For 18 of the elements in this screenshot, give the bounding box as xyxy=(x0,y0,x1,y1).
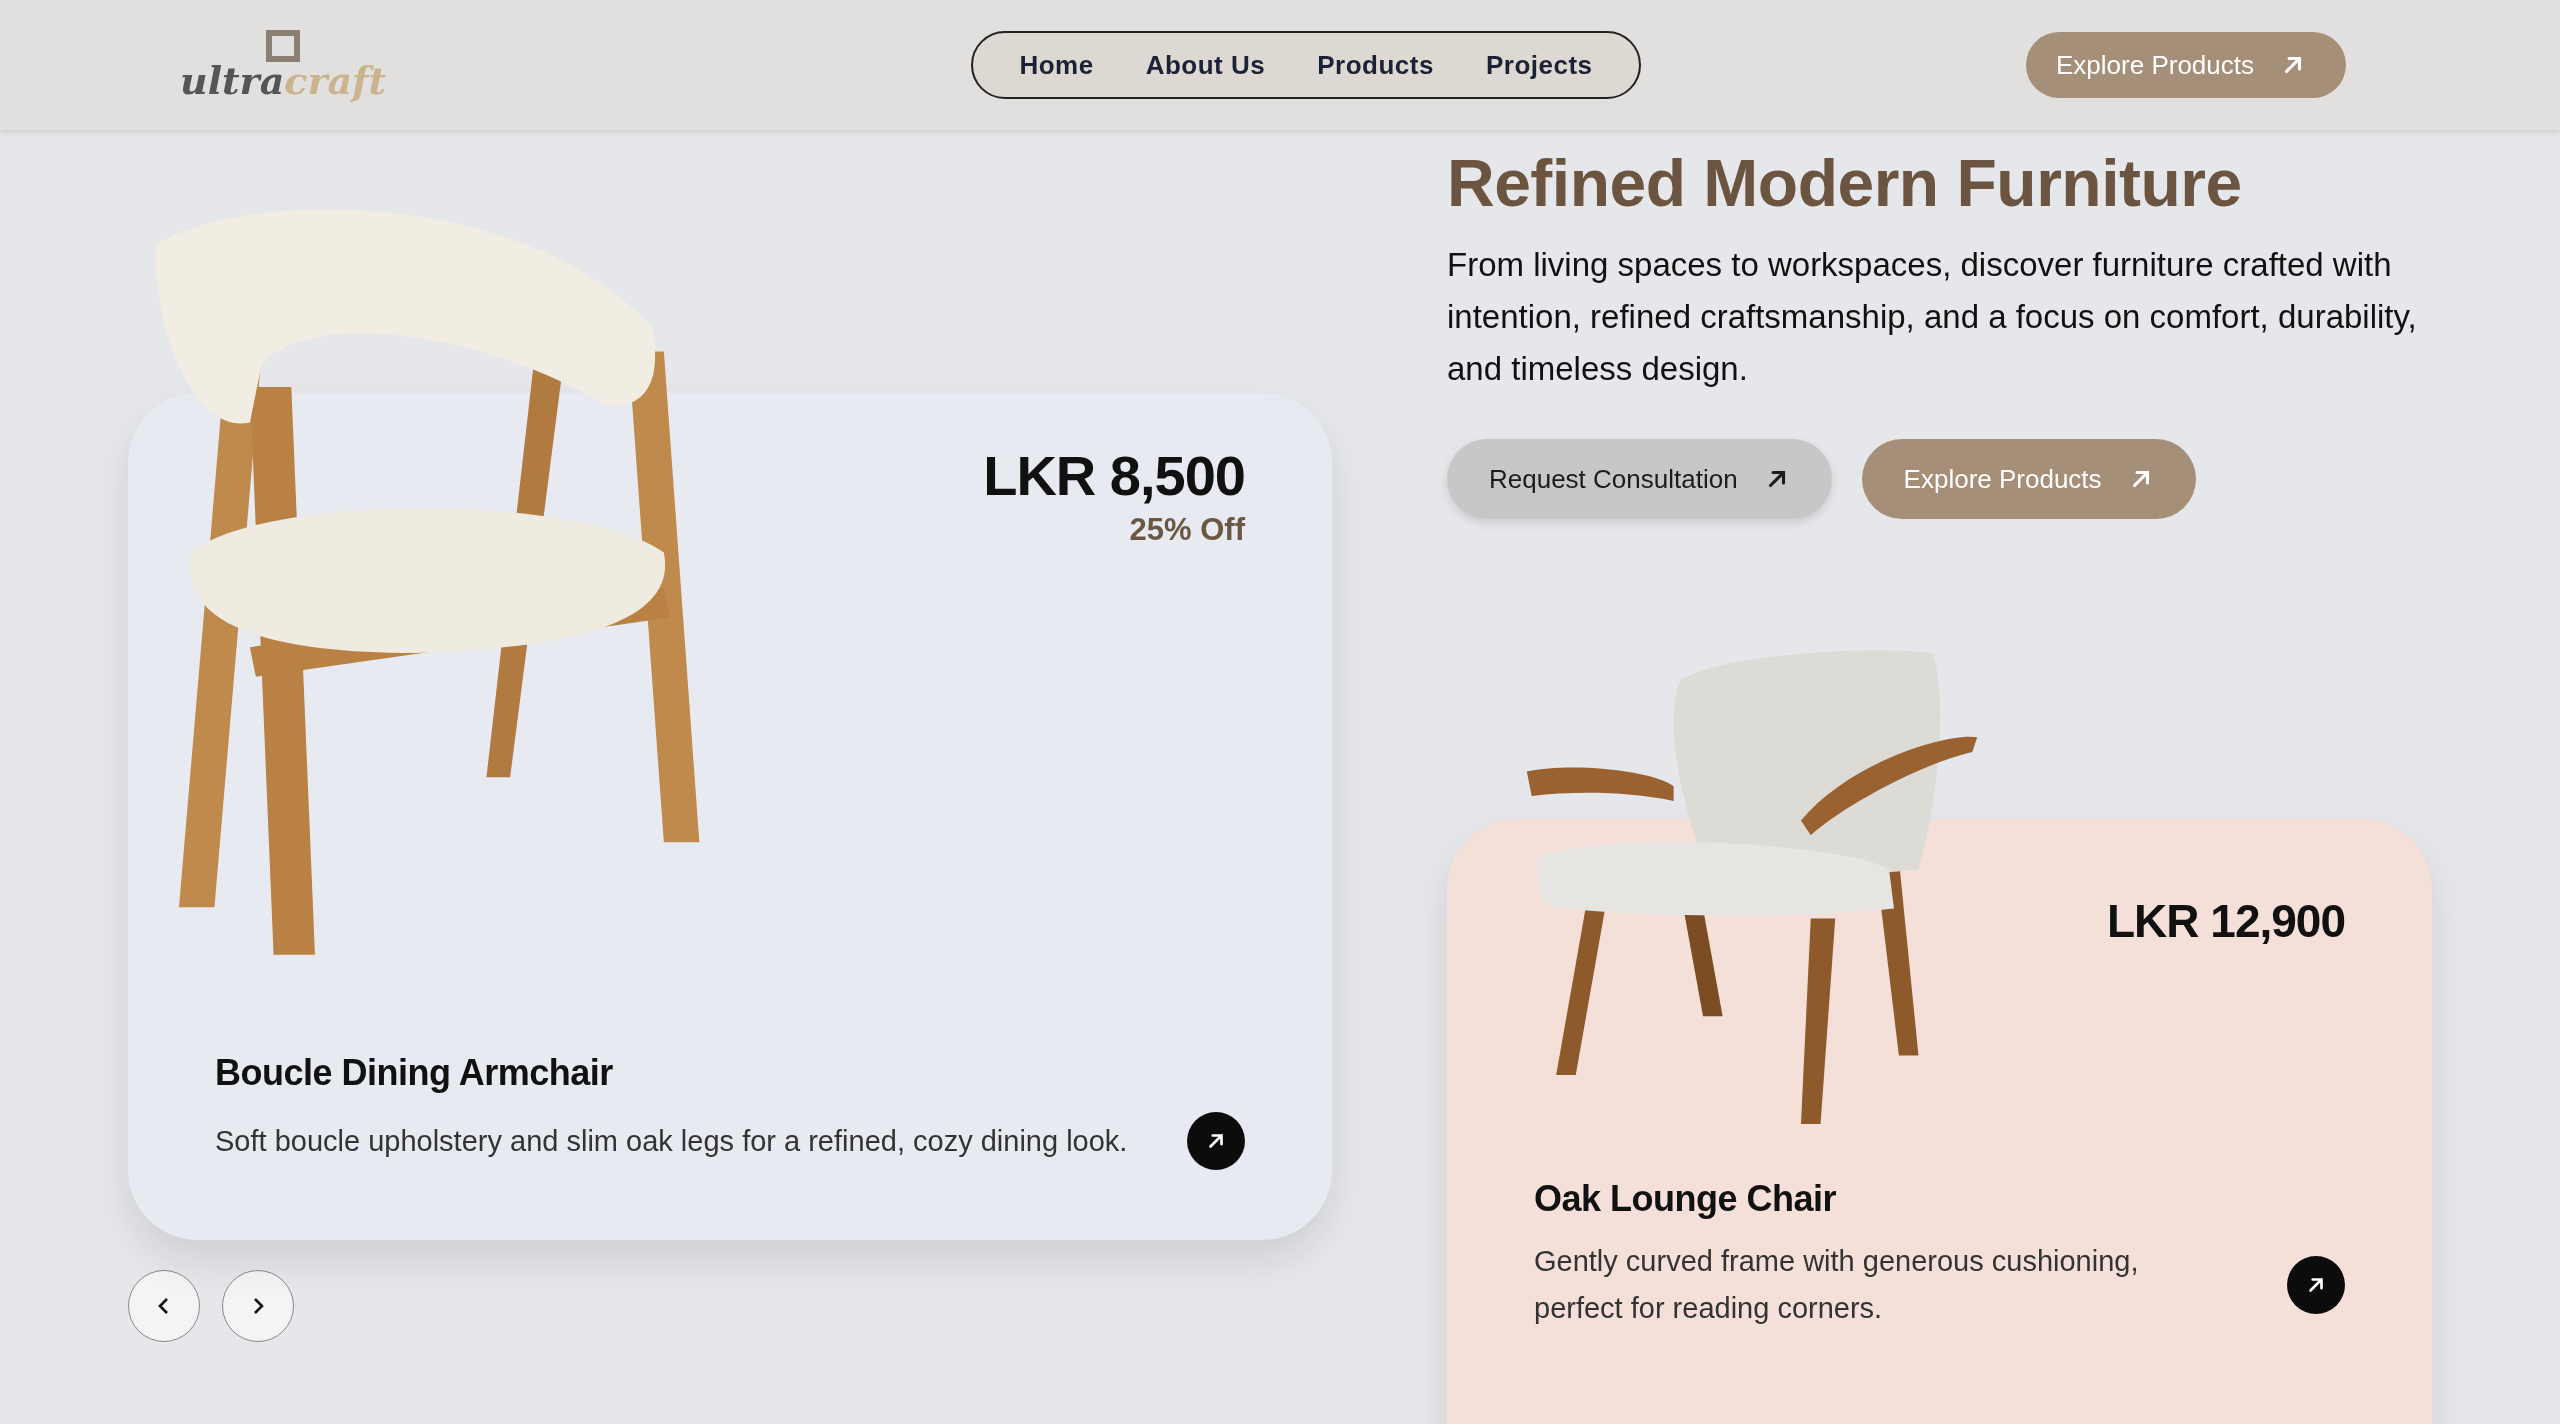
product-description: Soft boucle upholstery and slim oak legs for a refined, cozy dining look. xyxy=(215,1123,1128,1159)
nav-link[interactable]: Projects xyxy=(1459,33,1619,97)
cta-button[interactable]: Request Consultation xyxy=(1447,439,1832,519)
logo-icon xyxy=(265,30,300,62)
discount-label: 25% Off xyxy=(1129,512,1245,548)
product-description: Gently curved frame with generous cushioning, perfect for reading corners. xyxy=(1534,1244,2140,1326)
nav-link[interactable]: Home xyxy=(993,33,1120,97)
open-product-button[interactable] xyxy=(2287,1256,2345,1314)
hero-description: From living spaces to workspaces, discover furniture crafted with intention, refined craftsmanship, and a focus on comfort, durability, and timeless design. xyxy=(1447,245,2418,389)
logo[interactable]: ultracraft xyxy=(180,30,386,100)
hero-title: Refined Modern Furniture xyxy=(1447,145,2243,221)
product-price: LKR 8,500 xyxy=(983,443,1245,508)
product-name: Boucle Dining Armchair xyxy=(215,1052,614,1094)
product-price: LKR 12,900 xyxy=(2107,894,2345,948)
product-name: Oak Lounge Chair xyxy=(1534,1178,1838,1220)
open-product-button[interactable] xyxy=(1187,1112,1245,1170)
nav-link[interactable]: Products xyxy=(1291,33,1460,97)
nav-link[interactable]: About Us xyxy=(1119,33,1292,97)
